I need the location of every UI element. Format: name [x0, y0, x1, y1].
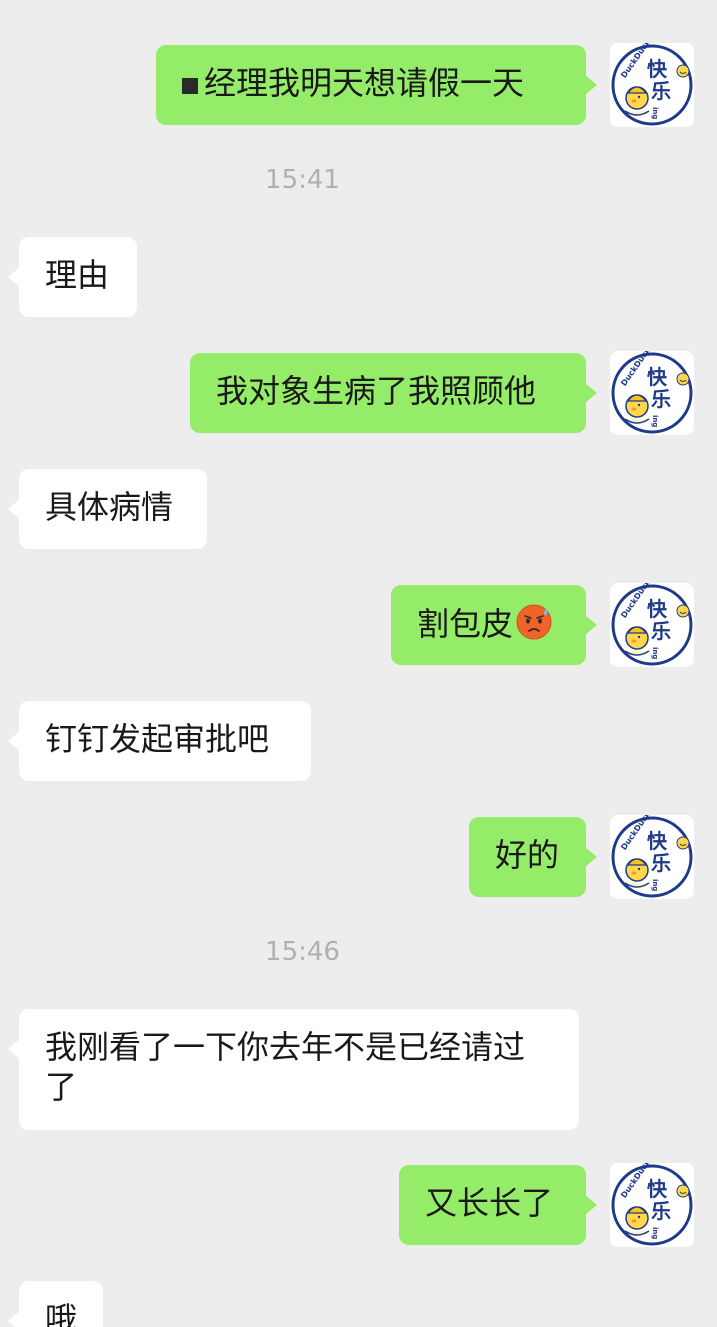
user-avatar[interactable]: DuckDuck 快 乐 ing	[610, 1163, 694, 1247]
duck-avatar-icon: DuckDuck 快 乐 ing	[610, 815, 694, 899]
svg-text:乐: 乐	[651, 79, 671, 103]
incoming-message[interactable]: 钉钉发起审批吧	[8, 701, 311, 781]
outgoing-message[interactable]: 我对象生病了我照顾他	[190, 353, 597, 433]
svg-text:乐: 乐	[651, 851, 671, 875]
svg-text:ing: ing	[651, 107, 659, 119]
svg-text:乐: 乐	[651, 387, 671, 411]
incoming-message[interactable]: 我刚看了一下你去年不是已经请过了	[8, 1009, 579, 1130]
svg-text:乐: 乐	[651, 619, 671, 643]
sweat-face-icon	[515, 603, 553, 641]
chat-area: 经理我明天想请假一天 DuckDuck 快 乐 ing 15:41 理由 我对象…	[0, 0, 717, 1327]
svg-text:ing: ing	[651, 647, 659, 659]
svg-text:乐: 乐	[651, 1199, 671, 1223]
svg-text:快: 快	[647, 365, 668, 389]
outgoing-message[interactable]: 经理我明天想请假一天	[156, 45, 597, 125]
svg-text:ing: ing	[651, 1227, 659, 1239]
svg-text:ing: ing	[651, 415, 659, 427]
duck-avatar-icon: DuckDuck 快 乐 ing	[610, 1163, 694, 1247]
duck-avatar-icon: DuckDuck 快 乐 ing	[610, 351, 694, 435]
duck-avatar-icon: DuckDuck 快 乐 ing	[610, 583, 694, 667]
user-avatar[interactable]: DuckDuck 快 乐 ing	[610, 43, 694, 127]
timestamp: 15:46	[265, 937, 340, 967]
outgoing-message[interactable]: 割包皮	[391, 585, 597, 665]
svg-text:快: 快	[647, 829, 668, 853]
incoming-message[interactable]: 哦	[8, 1281, 103, 1327]
user-avatar[interactable]: DuckDuck 快 乐 ing	[610, 815, 694, 899]
svg-text:快: 快	[647, 1177, 668, 1201]
square-glyph	[182, 78, 198, 94]
incoming-message[interactable]: 具体病情	[8, 469, 207, 549]
outgoing-message[interactable]: 又长长了	[399, 1165, 597, 1245]
svg-text:ing: ing	[651, 879, 659, 891]
incoming-message[interactable]: 理由	[8, 237, 137, 317]
svg-text:快: 快	[647, 597, 668, 621]
timestamp: 15:41	[265, 165, 340, 195]
user-avatar[interactable]: DuckDuck 快 乐 ing	[610, 583, 694, 667]
outgoing-message[interactable]: 好的	[469, 817, 597, 897]
svg-text:快: 快	[647, 57, 668, 81]
user-avatar[interactable]: DuckDuck 快 乐 ing	[610, 351, 694, 435]
duck-avatar-icon: DuckDuck 快 乐 ing	[610, 43, 694, 127]
